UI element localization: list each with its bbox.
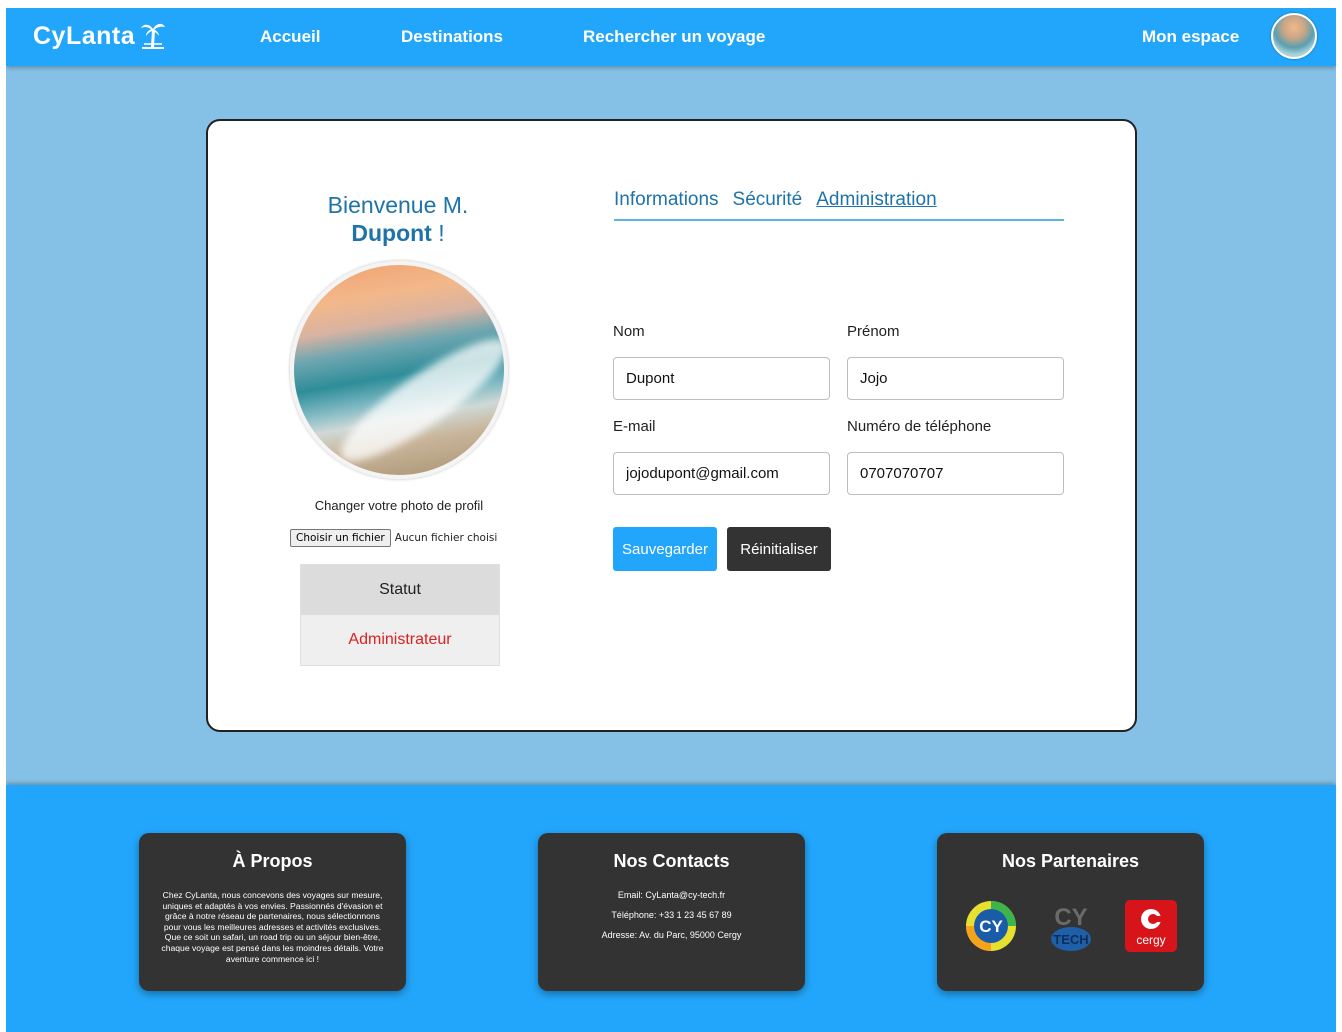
footer: À Propos Chez CyLanta, nous concevons de…: [6, 785, 1336, 1032]
tab-informations[interactable]: Informations: [614, 189, 719, 219]
email-input[interactable]: [613, 452, 830, 495]
tab-administration[interactable]: Administration: [816, 189, 936, 219]
change-photo-label: Changer votre photo de profil: [314, 498, 484, 513]
welcome-suffix: !: [438, 220, 445, 246]
palm-tree-icon: [140, 21, 166, 51]
footer-about: À Propos Chez CyLanta, nous concevons de…: [139, 833, 406, 991]
contact-email: Email: CyLanta@cy-tech.fr: [617, 890, 726, 900]
file-picker: Choisir un fichier Aucun fichier choisi: [290, 529, 497, 547]
nav-accueil[interactable]: Accueil: [260, 27, 320, 47]
partner-logos: CY CY TECH cergy: [937, 899, 1204, 953]
cy-tech-logo[interactable]: CY TECH: [1044, 899, 1098, 953]
avatar[interactable]: [1271, 13, 1317, 59]
welcome-name: Dupont: [351, 220, 432, 246]
profile-tabs: Informations Sécurité Administration: [614, 189, 1064, 221]
svg-text:CY: CY: [979, 917, 1003, 936]
prenom-input[interactable]: [847, 357, 1064, 400]
welcome-heading: Bienvenue M. Dupont !: [268, 191, 528, 247]
status-value: Administrateur: [301, 615, 499, 665]
status-header: Statut: [301, 565, 499, 615]
svg-text:TECH: TECH: [1053, 932, 1088, 947]
svg-text:CY: CY: [1054, 904, 1087, 931]
phone-input[interactable]: [847, 452, 1064, 495]
save-button[interactable]: Sauvegarder: [613, 527, 717, 571]
contact-address: Adresse: Av. du Parc, 95000 Cergy: [601, 930, 742, 940]
phone-label: Numéro de téléphone: [847, 418, 992, 435]
navbar: CyLanta Accueil Destinations Rechercher …: [6, 8, 1336, 66]
file-status: Aucun fichier choisi: [394, 532, 498, 544]
profile-card: Bienvenue M. Dupont ! Changer votre phot…: [206, 119, 1137, 732]
nav-rechercher-voyage[interactable]: Rechercher un voyage: [583, 27, 765, 47]
tab-securite[interactable]: Sécurité: [733, 189, 803, 219]
footer-partners: Nos Partenaires CY CY TECH cergy: [937, 833, 1204, 991]
contact-phone: Téléphone: +33 1 23 45 67 89: [611, 910, 732, 920]
about-text: Chez CyLanta, nous concevons des voyages…: [161, 890, 384, 964]
nav-mon-espace[interactable]: Mon espace: [1142, 27, 1239, 47]
logo-text: CyLanta: [33, 21, 136, 50]
cergy-logo[interactable]: cergy: [1124, 899, 1178, 953]
profile-photo: [290, 261, 508, 479]
svg-text:cergy: cergy: [1136, 933, 1165, 947]
footer-contacts: Nos Contacts Email: CyLanta@cy-tech.fr T…: [538, 833, 805, 991]
nom-input[interactable]: [613, 357, 830, 400]
reset-button[interactable]: Réinitialiser: [727, 527, 831, 571]
status-box: Statut Administrateur: [300, 564, 500, 666]
prenom-label: Prénom: [847, 323, 900, 340]
partners-title: Nos Partenaires: [1001, 851, 1140, 871]
photo-wave: [327, 322, 504, 475]
nav-destinations[interactable]: Destinations: [401, 27, 503, 47]
contacts-title: Nos Contacts: [613, 851, 730, 871]
email-label: E-mail: [613, 418, 656, 435]
welcome-prefix: Bienvenue M.: [327, 192, 469, 218]
page: CyLanta Accueil Destinations Rechercher …: [6, 8, 1336, 1032]
choose-file-button[interactable]: Choisir un fichier: [290, 529, 391, 547]
cy-logo[interactable]: CY: [964, 899, 1018, 953]
nom-label: Nom: [613, 323, 645, 340]
logo[interactable]: CyLanta: [33, 21, 166, 51]
about-title: À Propos: [232, 851, 313, 871]
